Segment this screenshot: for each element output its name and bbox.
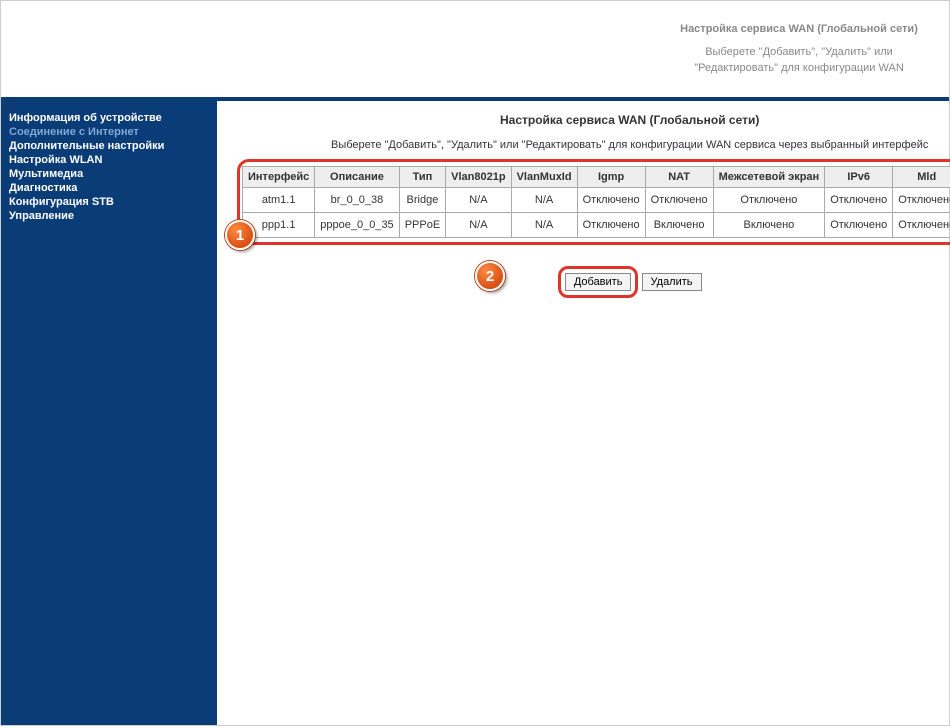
wan-table: ИнтерфейсОписаниеТипVlan8021pVlanMuxIdIg…	[242, 166, 950, 238]
cell-0-6: Отключено	[645, 188, 713, 213]
add-button-highlight: Добавить	[558, 266, 639, 298]
sidebar-item-3[interactable]: Настройка WLAN	[9, 153, 209, 167]
cell-1-5: Отключено	[577, 213, 645, 238]
sidebar-item-0[interactable]: Информация об устройстве	[9, 111, 209, 125]
table-row: ppp1.1pppoe_0_0_35PPPoEN/AN/AОтключеноВк…	[243, 213, 950, 238]
cell-1-3: N/A	[446, 213, 511, 238]
table-row: atm1.1br_0_0_38BridgeN/AN/AОтключеноОткл…	[243, 188, 950, 213]
cell-0-9: Отключено	[893, 188, 950, 213]
header-title: Настройка сервиса WAN (Глобальной сети)	[679, 22, 919, 37]
cell-1-6: Включено	[645, 213, 713, 238]
cell-0-5: Отключено	[577, 188, 645, 213]
sidebar-item-4[interactable]: Мультимедиа	[9, 167, 209, 181]
sidebar-item-7[interactable]: Управление	[9, 209, 209, 223]
cell-1-9: Отключено	[893, 213, 950, 238]
wan-table-header-row: ИнтерфейсОписаниеТипVlan8021pVlanMuxIdIg…	[243, 167, 950, 188]
cell-0-8: Отключено	[825, 188, 893, 213]
cell-0-4: N/A	[511, 188, 577, 213]
cell-0-3: N/A	[446, 188, 511, 213]
callout-2: 2	[475, 261, 505, 291]
col-header-9: Mld	[893, 167, 950, 188]
col-header-4: VlanMuxId	[511, 167, 577, 188]
main-subtitle: Выберете "Добавить", "Удалить" или "Реда…	[237, 139, 950, 151]
cell-0-2: Bridge	[399, 188, 445, 213]
header-subtitle: Выберете "Добавить", "Удалить" или "Реда…	[679, 45, 919, 76]
col-header-2: Тип	[399, 167, 445, 188]
cell-1-7: Включено	[713, 213, 825, 238]
col-header-7: Межсетевой экран	[713, 167, 825, 188]
main-content: Настройка сервиса WAN (Глобальной сети) …	[217, 101, 950, 725]
table-highlight: ИнтерфейсОписаниеТипVlan8021pVlanMuxIdIg…	[237, 159, 950, 245]
header-bar: Настройка сервиса WAN (Глобальной сети) …	[1, 1, 949, 101]
cell-1-4: N/A	[511, 213, 577, 238]
sidebar-item-1[interactable]: Соединение с Интернет	[9, 125, 209, 139]
col-header-6: NAT	[645, 167, 713, 188]
col-header-1: Описание	[315, 167, 399, 188]
button-row: Добавить Удалить	[237, 256, 950, 298]
sidebar-item-2[interactable]: Дополнительные настройки	[9, 139, 209, 153]
cell-0-0: atm1.1	[243, 188, 315, 213]
col-header-3: Vlan8021p	[446, 167, 511, 188]
sidebar: Информация об устройствеСоединение с Инт…	[1, 101, 217, 725]
sidebar-item-5[interactable]: Диагностика	[9, 181, 209, 195]
col-header-0: Интерфейс	[243, 167, 315, 188]
sidebar-item-6[interactable]: Конфигурация STB	[9, 195, 209, 209]
col-header-5: Igmp	[577, 167, 645, 188]
cell-0-1: br_0_0_38	[315, 188, 399, 213]
callout-1: 1	[225, 220, 255, 250]
cell-1-8: Отключено	[825, 213, 893, 238]
cell-1-2: PPPoE	[399, 213, 445, 238]
delete-button[interactable]: Удалить	[642, 273, 702, 291]
header-text: Настройка сервиса WAN (Глобальной сети) …	[679, 22, 919, 76]
cell-0-7: Отключено	[713, 188, 825, 213]
cell-1-1: pppoe_0_0_35	[315, 213, 399, 238]
main-title: Настройка сервиса WAN (Глобальной сети)	[237, 113, 950, 127]
add-button[interactable]: Добавить	[565, 273, 632, 291]
col-header-8: IPv6	[825, 167, 893, 188]
